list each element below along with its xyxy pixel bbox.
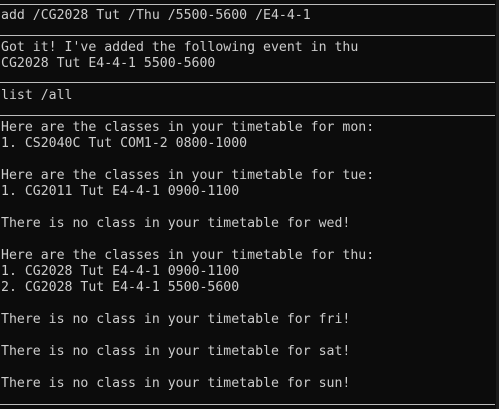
command-line-add: add /CG2028 Tut /Thu /5500-5600 /E4-4-1 [1, 8, 311, 23]
response-line: There is no class in your timetable for … [1, 312, 351, 327]
response-line: Here are the classes in your timetable f… [1, 248, 375, 263]
response-line: Here are the classes in your timetable f… [1, 168, 375, 183]
terminal-window[interactable]: add /CG2028 Tut /Thu /5500-5600 /E4-4-1 … [0, 0, 499, 409]
command-line-list: list /all [1, 88, 73, 103]
divider [0, 115, 495, 116]
response-line: There is no class in your timetable for … [1, 216, 351, 231]
response-line: 2. CG2028 Tut E4-4-1 5500-5600 [1, 280, 240, 295]
response-line: There is no class in your timetable for … [1, 344, 351, 359]
response-line: CG2028 Tut E4-4-1 5500-5600 [1, 56, 216, 71]
response-line: Got it! I've added the following event i… [1, 40, 359, 55]
response-line: Here are the classes in your timetable f… [1, 120, 375, 135]
divider [0, 35, 495, 36]
response-line: 1. CS2040C Tut COM1-2 0800-1000 [1, 136, 248, 151]
response-line: 1. CG2011 Tut E4-4-1 0900-1100 [1, 184, 240, 199]
response-line: There is no class in your timetable for … [1, 376, 351, 391]
divider [0, 82, 495, 83]
divider-top [0, 4, 495, 5]
divider-bottom [0, 404, 495, 405]
response-line: 1. CG2028 Tut E4-4-1 0900-1100 [1, 264, 240, 279]
